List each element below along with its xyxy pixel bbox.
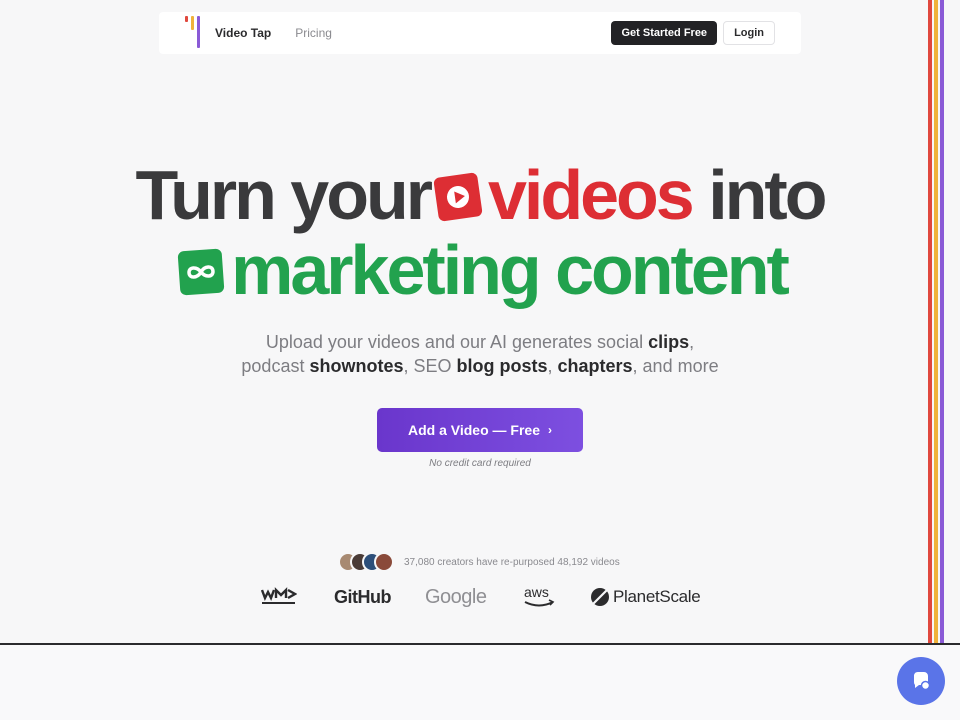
play-icon [433, 171, 483, 222]
social-proof: 37,080 creators have re-purposed 48,192 … [338, 552, 620, 572]
subtitle-text: , [689, 332, 695, 352]
customer-logos: GitHub Google aws PlanetScale [0, 580, 960, 614]
creators-count-text: 37,080 creators have re-purposed 48,192 … [404, 556, 620, 568]
subtitle-text: podcast [241, 356, 310, 376]
subtitle-text: , SEO [403, 356, 457, 376]
hero-text-into: into [708, 156, 827, 234]
decorative-stripes [928, 0, 946, 644]
hero-text-marketing-content: marketing content [231, 231, 790, 309]
subtitle-shownotes: shownotes [309, 356, 404, 376]
video-tap-logo-icon[interactable] [183, 16, 205, 50]
hero-subtitle-line1: Upload your videos and our AI generates … [0, 330, 960, 354]
hero-headline-line2: marketing content [0, 235, 960, 305]
chat-icon [913, 671, 931, 691]
nav-pricing-link[interactable]: Pricing [295, 26, 332, 40]
subtitle-clips: clips [648, 332, 690, 352]
subtitle-chapters: chapters [557, 356, 633, 376]
planetscale-wordmark: PlanetScale [613, 587, 701, 606]
brand-name[interactable]: Video Tap [215, 26, 271, 40]
google-logo: Google [425, 585, 487, 608]
hero-text-videos: videos [487, 156, 695, 234]
creator-avatars [338, 552, 394, 572]
add-video-button[interactable]: Add a Video — Free › [377, 408, 583, 452]
add-video-label: Add a Video — Free [408, 422, 540, 438]
no-credit-card-note: No credit card required [429, 458, 531, 469]
hero-text-turn-your: Turn your [135, 156, 433, 234]
top-nav: Video Tap Pricing Get Started Free Login [159, 12, 801, 54]
subtitle-text: , and more [632, 356, 719, 376]
login-button[interactable]: Login [723, 21, 775, 45]
hero-subtitle-line2: podcast shownotes, SEO blog posts, chapt… [0, 354, 960, 378]
planetscale-logo: PlanetScale [590, 580, 701, 614]
planetscale-icon [591, 588, 609, 606]
avatar [374, 552, 394, 572]
subtitle-blog-posts: blog posts [456, 356, 548, 376]
web-developers-logo-icon [261, 580, 297, 614]
svg-text:aws: aws [524, 584, 549, 600]
hero-headline-line1: Turn your videos into [0, 160, 960, 230]
chat-button[interactable] [897, 657, 945, 705]
get-started-button[interactable]: Get Started Free [611, 21, 718, 45]
chevron-right-icon: › [548, 423, 552, 437]
aws-logo-icon: aws [523, 580, 555, 614]
infinity-icon [177, 248, 225, 295]
subtitle-text: Upload your videos and our AI generates … [265, 332, 649, 352]
bottom-section [0, 645, 960, 720]
github-logo: GitHub [334, 586, 392, 607]
subtitle-text: , [547, 356, 558, 376]
